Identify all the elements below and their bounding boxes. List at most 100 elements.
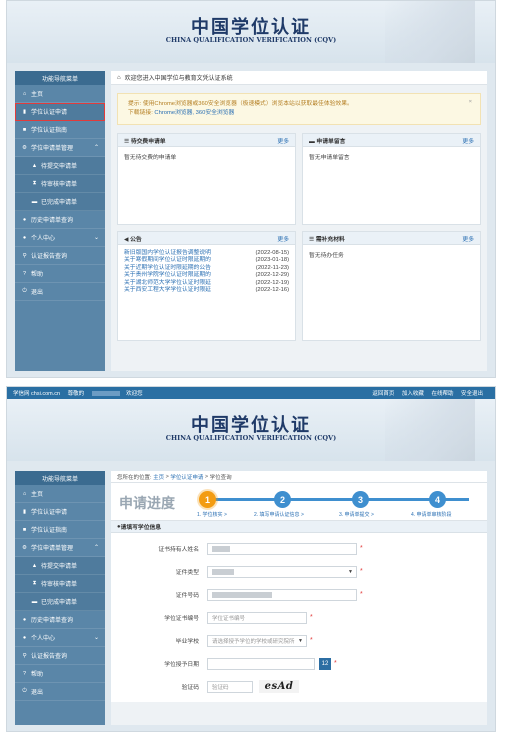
sidebar-item-home[interactable]: ⌂ 主页: [15, 485, 105, 503]
sidebar-item-review[interactable]: ⧗ 待审核申请单: [15, 175, 105, 193]
sidebar-item-guide[interactable]: ■ 学位认证指南: [15, 521, 105, 539]
sidebar-item-history[interactable]: ● 历史申请单查询: [15, 211, 105, 229]
sidebar-item-history[interactable]: ● 历史申请单查询: [15, 611, 105, 629]
messages-panel: ▬ 申请单留言 更多 暂无申请单留言: [302, 133, 481, 225]
sidebar: 功能导航菜单 ⌂ 主页 ▮ 学位认证申请 ■ 学位认证指南 ⚙ 学位申请单管理 ⌃ ▲ 待提…: [15, 471, 105, 725]
user-icon: ●: [22, 234, 27, 241]
file-icon: ▮: [22, 508, 27, 515]
list-item[interactable]: 关于西安工程大学学位认证时限延 (2022-12-16): [124, 287, 289, 294]
more-link[interactable]: 更多: [277, 234, 289, 243]
sidebar-item-manage[interactable]: ⚙ 学位申请单管理 ⌃: [15, 539, 105, 557]
captcha-label: 验证码: [181, 685, 199, 691]
sidebar-item-done[interactable]: ▬ 已完成申请单: [15, 593, 105, 611]
sidebar-item-guide[interactable]: ■ 学位认证指南: [15, 121, 105, 139]
step-2-label: 2. 填写申请认证信息 >: [254, 512, 304, 518]
welcome-bar: ⌂ 欢迎您进入中国学位与教育文凭认证系统: [111, 71, 487, 85]
notice-line2-prefix: 下载链接:: [128, 110, 155, 116]
step-4: 4: [429, 491, 446, 508]
sidebar-item-done[interactable]: ▬ 已完成申请单: [15, 193, 105, 211]
cert-type-select[interactable]: ▼: [207, 565, 357, 578]
holder-name-field[interactable]: [207, 542, 357, 555]
power-icon: ⏻: [22, 288, 27, 294]
name-label: 证书持有人姓名: [158, 547, 199, 553]
messages-empty-text: 暂无申请单留言: [309, 155, 350, 161]
school-label: 毕业学校: [175, 639, 199, 645]
sidebar-head: 功能导航菜单: [15, 71, 105, 85]
logout-link[interactable]: 安全退出: [461, 391, 483, 397]
download-links[interactable]: Chrome浏览器, 360安全浏览器: [154, 110, 234, 116]
captcha-field[interactable]: 验证码: [207, 680, 253, 693]
home-icon: ⌂: [22, 490, 27, 497]
sidebar-item-apply[interactable]: ▮ 学位认证申请: [15, 103, 105, 121]
sidebar-head: 功能导航菜单: [15, 471, 105, 485]
power-icon: ⏻: [22, 688, 27, 694]
required-mark: *: [334, 660, 337, 667]
required-mark: *: [310, 637, 313, 644]
cert-no-field[interactable]: [207, 588, 357, 601]
sidebar-item-manage[interactable]: ⚙ 学位申请单管理 ⌃: [15, 139, 105, 157]
progress-steps: 申请进度 1 2 3 4 1. 学位核实 > 2. 填写申请认证信息 > 3. …: [111, 483, 487, 521]
briefcase-icon: ▬: [31, 598, 38, 605]
sidebar-item-draft[interactable]: ▲ 待提交申请单: [15, 557, 105, 575]
cert-type-label: 证件类型: [175, 570, 199, 576]
question-icon: ?: [22, 270, 27, 277]
step-1-label: 1. 学位核实 >: [197, 512, 227, 518]
banner-subtitle: CHINA QUALIFICATION VERIFICATION (CQV): [165, 434, 337, 442]
more-link[interactable]: 更多: [277, 136, 289, 145]
sidebar-item-profile[interactable]: ● 个人中心 ⌄: [15, 229, 105, 247]
sidebar-item-home[interactable]: ⌂ 主页: [15, 85, 105, 103]
gear-icon: ⚙: [22, 544, 27, 551]
list-item[interactable]: 关于贵州学院学位认证时限延期的 (2022-12-29): [124, 272, 289, 279]
favorite-link[interactable]: 加入收藏: [402, 391, 424, 397]
bookmark-icon: ■: [22, 126, 27, 133]
degree-no-field[interactable]: 学位证书编号: [207, 611, 307, 624]
search-icon: ⚲: [22, 652, 27, 659]
step-1: 1: [199, 491, 216, 508]
hourglass-icon: ⧗: [32, 580, 37, 586]
chevron-down-icon: ▼: [348, 568, 353, 575]
list-icon: ☰: [124, 138, 131, 145]
supplement-empty-text: 暂无待办任务: [309, 253, 344, 259]
calendar-icon[interactable]: 12: [319, 657, 331, 670]
sidebar-item-profile[interactable]: ● 个人中心 ⌄: [15, 629, 105, 647]
home-link[interactable]: 返回首页: [372, 391, 394, 397]
sidebar-item-logout[interactable]: ⏻ 退出: [15, 683, 105, 701]
degree-no-label: 学位证书编号: [164, 616, 199, 622]
sidebar-item-draft[interactable]: ▲ 待提交申请单: [15, 157, 105, 175]
cert-no-label: 证件号码: [175, 593, 199, 599]
progress-title: 申请进度: [119, 495, 175, 511]
sidebar-item-help[interactable]: ? 帮助: [15, 665, 105, 683]
captcha-image[interactable]: esAd: [259, 680, 299, 693]
sidebar-item-review[interactable]: ⧗ 待审核申请单: [15, 575, 105, 593]
redacted-value: [212, 591, 272, 598]
more-link[interactable]: 更多: [462, 234, 474, 243]
sidebar-item-report[interactable]: ⚲ 认证报告查询: [15, 247, 105, 265]
breadcrumb-apply[interactable]: 学位认证申请: [170, 473, 203, 481]
close-icon[interactable]: ×: [469, 98, 472, 107]
sidebar-item-report[interactable]: ⚲ 认证报告查询: [15, 647, 105, 665]
school-select[interactable]: 请选择授予学位的学校或研究院所 ▼: [207, 634, 307, 647]
warning-icon: ▲: [31, 562, 38, 569]
file-icon: ▮: [22, 108, 27, 115]
pending-payment-panel: ☰ 待交费申请单 更多 暂无待交费的申请单: [117, 133, 296, 225]
hourglass-icon: ⧗: [32, 180, 37, 186]
list-item[interactable]: 关于寒假期间学位认证时限延期的 (2023-01-18): [124, 257, 289, 264]
briefcase-icon: ▬: [31, 198, 38, 205]
list-item[interactable]: 关于湖北师范大学学位认证时限延 (2022-12-19): [124, 280, 289, 287]
user-icon: ●: [22, 634, 27, 641]
chevron-up-icon: ⌃: [93, 545, 99, 551]
sidebar-item-logout[interactable]: ⏻ 退出: [15, 283, 105, 301]
supplement-panel: ☰ 需补充材料 更多 暂无待办任务: [302, 231, 481, 341]
database-icon: ●: [22, 216, 27, 223]
banner-subtitle: CHINA QUALIFICATION VERIFICATION (CQV): [165, 36, 337, 44]
question-icon: ?: [22, 670, 27, 677]
help-link[interactable]: 在线帮助: [431, 391, 453, 397]
step-4-label: 4. 申请单审核阶段: [411, 512, 452, 518]
more-link[interactable]: 更多: [462, 136, 474, 145]
sidebar-item-help[interactable]: ? 帮助: [15, 265, 105, 283]
degree-date-field[interactable]: [207, 657, 315, 670]
sidebar-item-apply[interactable]: ▮ 学位认证申请: [15, 503, 105, 521]
site-name[interactable]: 学信网 chsi.com.cn: [13, 391, 60, 397]
breadcrumb-home[interactable]: 主页: [153, 473, 164, 481]
chevron-down-icon: ⌄: [93, 235, 99, 241]
